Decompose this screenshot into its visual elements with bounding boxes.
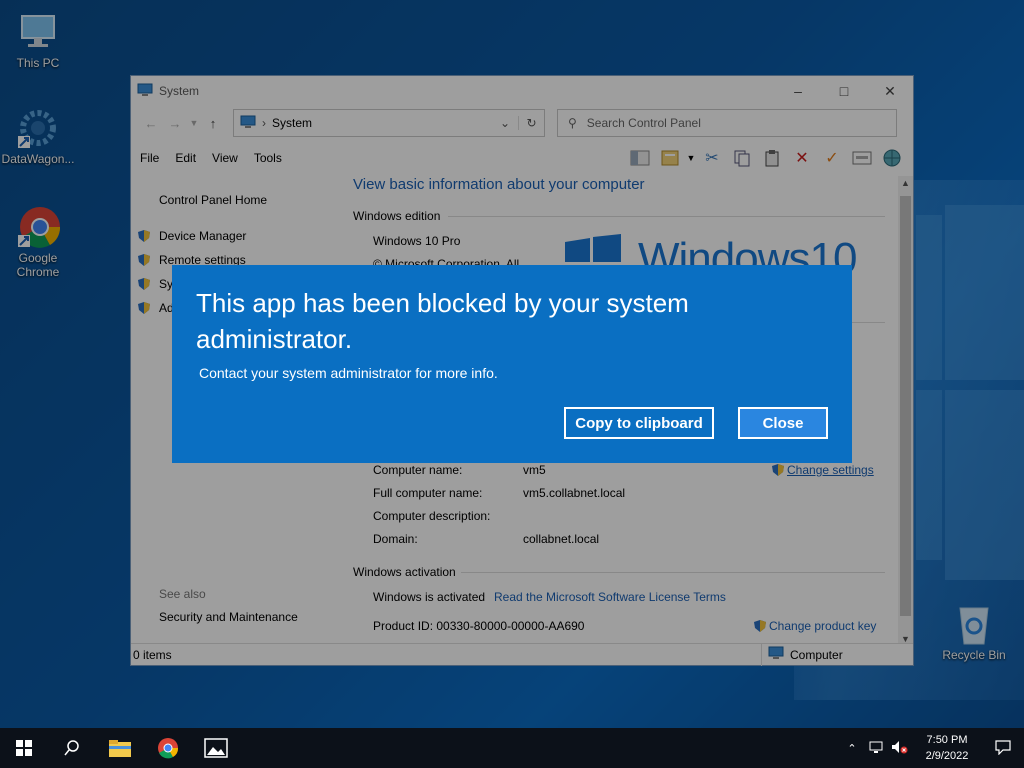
notification-icon[interactable] [982,739,1024,758]
search-icon[interactable] [48,728,96,768]
file-explorer-icon[interactable] [96,728,144,768]
taskbar: ⌃ 7:50 PM 2/9/2022 [0,728,1024,768]
clock[interactable]: 7:50 PM 2/9/2022 [912,732,982,764]
volume-muted-icon[interactable] [888,740,912,757]
blocked-app-dialog: This app has been blocked by your system… [172,265,852,463]
copy-to-clipboard-button[interactable]: Copy to clipboard [564,407,714,439]
clock-time: 7:50 PM [926,734,968,746]
clock-date: 2/9/2022 [925,750,969,762]
windows-start-icon [16,740,32,756]
photos-icon[interactable] [192,728,240,768]
network-icon[interactable] [864,740,888,757]
chrome-icon[interactable] [144,728,192,768]
close-button[interactable]: Close [738,407,828,439]
dialog-message: Contact your system administrator for mo… [199,365,498,381]
system-tray: ⌃ 7:50 PM 2/9/2022 [840,732,1024,764]
chevron-up-icon[interactable]: ⌃ [840,742,864,755]
dialog-title: This app has been blocked by your system… [196,288,689,354]
start-button[interactable] [0,728,48,768]
